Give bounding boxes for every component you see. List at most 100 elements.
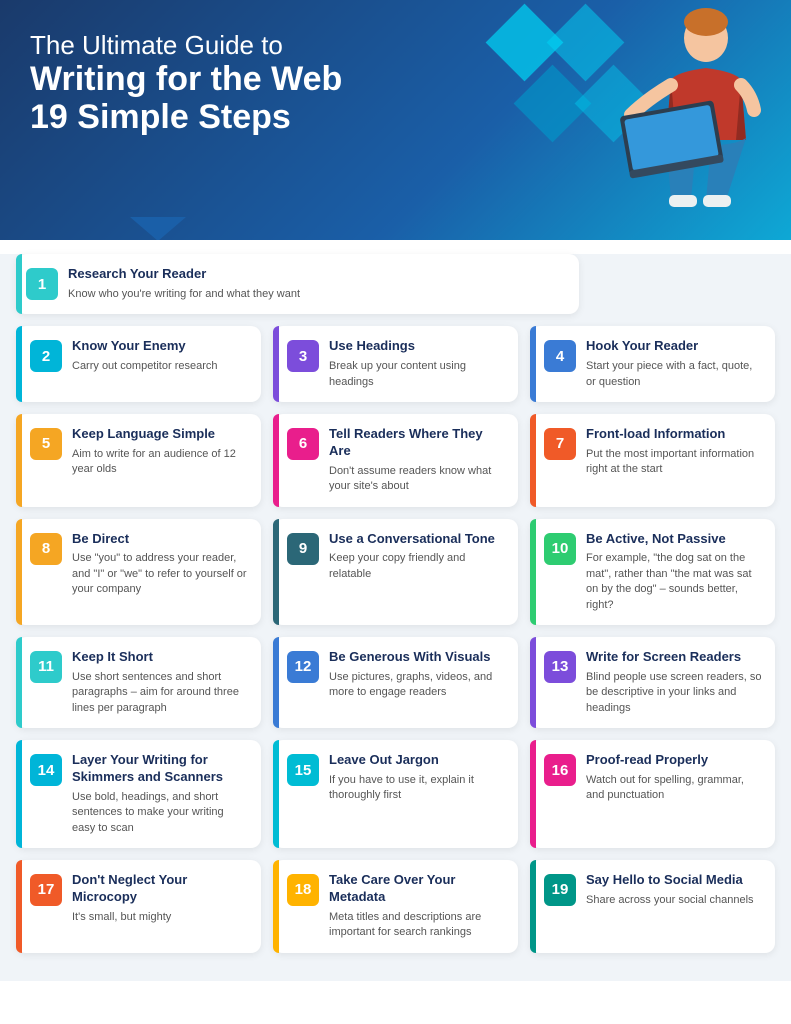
card-2: 2 Know Your Enemy Carry out competitor r…: [16, 326, 261, 402]
card-5-title: Keep Language Simple: [72, 426, 249, 443]
card-14-accent: [16, 740, 22, 848]
card-10-accent: [530, 519, 536, 625]
card-1: 1 Research Your Reader Know who you're w…: [16, 254, 579, 314]
card-12-desc: Use pictures, graphs, videos, and more t…: [329, 670, 506, 701]
card-2-number: 2: [30, 340, 62, 372]
card-12-number: 12: [287, 651, 319, 683]
card-12-title: Be Generous With Visuals: [329, 649, 506, 666]
card-5-number: 5: [30, 428, 62, 460]
card-11-accent: [16, 637, 22, 728]
card-14-body: Layer Your Writing for Skimmers and Scan…: [72, 752, 249, 836]
card-8-title: Be Direct: [72, 531, 249, 548]
header-steps: 19 Simple Steps: [30, 99, 450, 136]
card-1-number: 1: [26, 268, 58, 300]
card-15: 15 Leave Out Jargon If you have to use i…: [273, 740, 518, 848]
card-13-accent: [530, 637, 536, 728]
card-3-desc: Break up your content using headings: [329, 359, 506, 390]
header-subtitle: The Ultimate Guide to: [30, 30, 450, 61]
card-9-accent: [273, 519, 279, 625]
card-7-number: 7: [544, 428, 576, 460]
card-4-number: 4: [544, 340, 576, 372]
card-9-desc: Keep your copy friendly and relatable: [329, 551, 506, 582]
card-13: 13 Write for Screen Readers Blind people…: [530, 637, 775, 728]
card-5: 5 Keep Language Simple Aim to write for …: [16, 414, 261, 507]
card-6-desc: Don't assume readers know what your site…: [329, 464, 506, 495]
row-6: 14 Layer Your Writing for Skimmers and S…: [16, 740, 775, 848]
row-2: 2 Know Your Enemy Carry out competitor r…: [16, 326, 775, 402]
card-15-accent: [273, 740, 279, 848]
card-14-title: Layer Your Writing for Skimmers and Scan…: [72, 752, 249, 786]
card-17-number: 17: [30, 874, 62, 906]
row-3: 5 Keep Language Simple Aim to write for …: [16, 414, 775, 507]
card-17-accent: [16, 860, 22, 953]
card-2-body: Know Your Enemy Carry out competitor res…: [72, 338, 218, 374]
card-14-desc: Use bold, headings, and short sentences …: [72, 790, 249, 836]
card-8-desc: Use "you" to address your reader, and "I…: [72, 551, 249, 597]
card-19-body: Say Hello to Social Media Share across y…: [586, 872, 754, 908]
card-1-title: Research Your Reader: [68, 266, 300, 283]
card-13-title: Write for Screen Readers: [586, 649, 763, 666]
card-7: 7 Front-load Information Put the most im…: [530, 414, 775, 507]
card-1-desc: Know who you're writing for and what the…: [68, 287, 300, 302]
card-13-number: 13: [544, 651, 576, 683]
person-illustration: [576, 0, 771, 225]
card-16-accent: [530, 740, 536, 848]
card-19: 19 Say Hello to Social Media Share acros…: [530, 860, 775, 953]
card-6: 6 Tell Readers Where They Are Don't assu…: [273, 414, 518, 507]
card-19-accent: [530, 860, 536, 953]
card-1-accent: [16, 254, 22, 314]
card-3-number: 3: [287, 340, 319, 372]
card-19-desc: Share across your social channels: [586, 893, 754, 908]
card-18-number: 18: [287, 874, 319, 906]
card-15-number: 15: [287, 754, 319, 786]
card-16-desc: Watch out for spelling, grammar, and pun…: [586, 773, 763, 804]
card-3: 3 Use Headings Break up your content usi…: [273, 326, 518, 402]
content-area: 1 Research Your Reader Know who you're w…: [0, 254, 791, 981]
card-12-accent: [273, 637, 279, 728]
card-18-title: Take Care Over Your Metadata: [329, 872, 506, 906]
card-10-desc: For example, "the dog sat on the mat", r…: [586, 551, 763, 613]
card-6-accent: [273, 414, 279, 507]
header-section: The Ultimate Guide to Writing for the We…: [0, 0, 791, 240]
card-17-body: Don't Neglect Your Microcopy It's small,…: [72, 872, 249, 925]
card-11-title: Keep It Short: [72, 649, 249, 666]
card-6-number: 6: [287, 428, 319, 460]
card-7-title: Front-load Information: [586, 426, 763, 443]
card-10-body: Be Active, Not Passive For example, "the…: [586, 531, 763, 613]
card-11-desc: Use short sentences and short paragraphs…: [72, 670, 249, 716]
row-1: 1 Research Your Reader Know who you're w…: [16, 254, 775, 314]
card-8-accent: [16, 519, 22, 625]
card-3-accent: [273, 326, 279, 402]
card-1-body: Research Your Reader Know who you're wri…: [68, 266, 300, 302]
card-15-title: Leave Out Jargon: [329, 752, 506, 769]
card-5-desc: Aim to write for an audience of 12 year …: [72, 447, 249, 478]
header-title: Writing for the Web: [30, 61, 450, 98]
card-12: 12 Be Generous With Visuals Use pictures…: [273, 637, 518, 728]
card-18: 18 Take Care Over Your Metadata Meta tit…: [273, 860, 518, 953]
row-5: 11 Keep It Short Use short sentences and…: [16, 637, 775, 728]
card-13-desc: Blind people use screen readers, so be d…: [586, 670, 763, 716]
card-9-number: 9: [287, 533, 319, 565]
card-17-desc: It's small, but mighty: [72, 910, 249, 925]
card-7-body: Front-load Information Put the most impo…: [586, 426, 763, 478]
card-10: 10 Be Active, Not Passive For example, "…: [530, 519, 775, 625]
card-16: 16 Proof-read Properly Watch out for spe…: [530, 740, 775, 848]
card-2-title: Know Your Enemy: [72, 338, 218, 355]
card-8: 8 Be Direct Use "you" to address your re…: [16, 519, 261, 625]
card-17: 17 Don't Neglect Your Microcopy It's sma…: [16, 860, 261, 953]
card-7-desc: Put the most important information right…: [586, 447, 763, 478]
card-16-body: Proof-read Properly Watch out for spelli…: [586, 752, 763, 804]
card-5-accent: [16, 414, 22, 507]
card-18-body: Take Care Over Your Metadata Meta titles…: [329, 872, 506, 941]
card-2-desc: Carry out competitor research: [72, 359, 218, 374]
card-5-body: Keep Language Simple Aim to write for an…: [72, 426, 249, 478]
card-7-accent: [530, 414, 536, 507]
card-10-title: Be Active, Not Passive: [586, 531, 763, 548]
card-16-title: Proof-read Properly: [586, 752, 763, 769]
card-16-number: 16: [544, 754, 576, 786]
row-1-empty: [591, 254, 775, 314]
card-8-body: Be Direct Use "you" to address your read…: [72, 531, 249, 598]
card-9: 9 Use a Conversational Tone Keep your co…: [273, 519, 518, 625]
card-15-body: Leave Out Jargon If you have to use it, …: [329, 752, 506, 804]
card-18-desc: Meta titles and descriptions are importa…: [329, 910, 506, 941]
